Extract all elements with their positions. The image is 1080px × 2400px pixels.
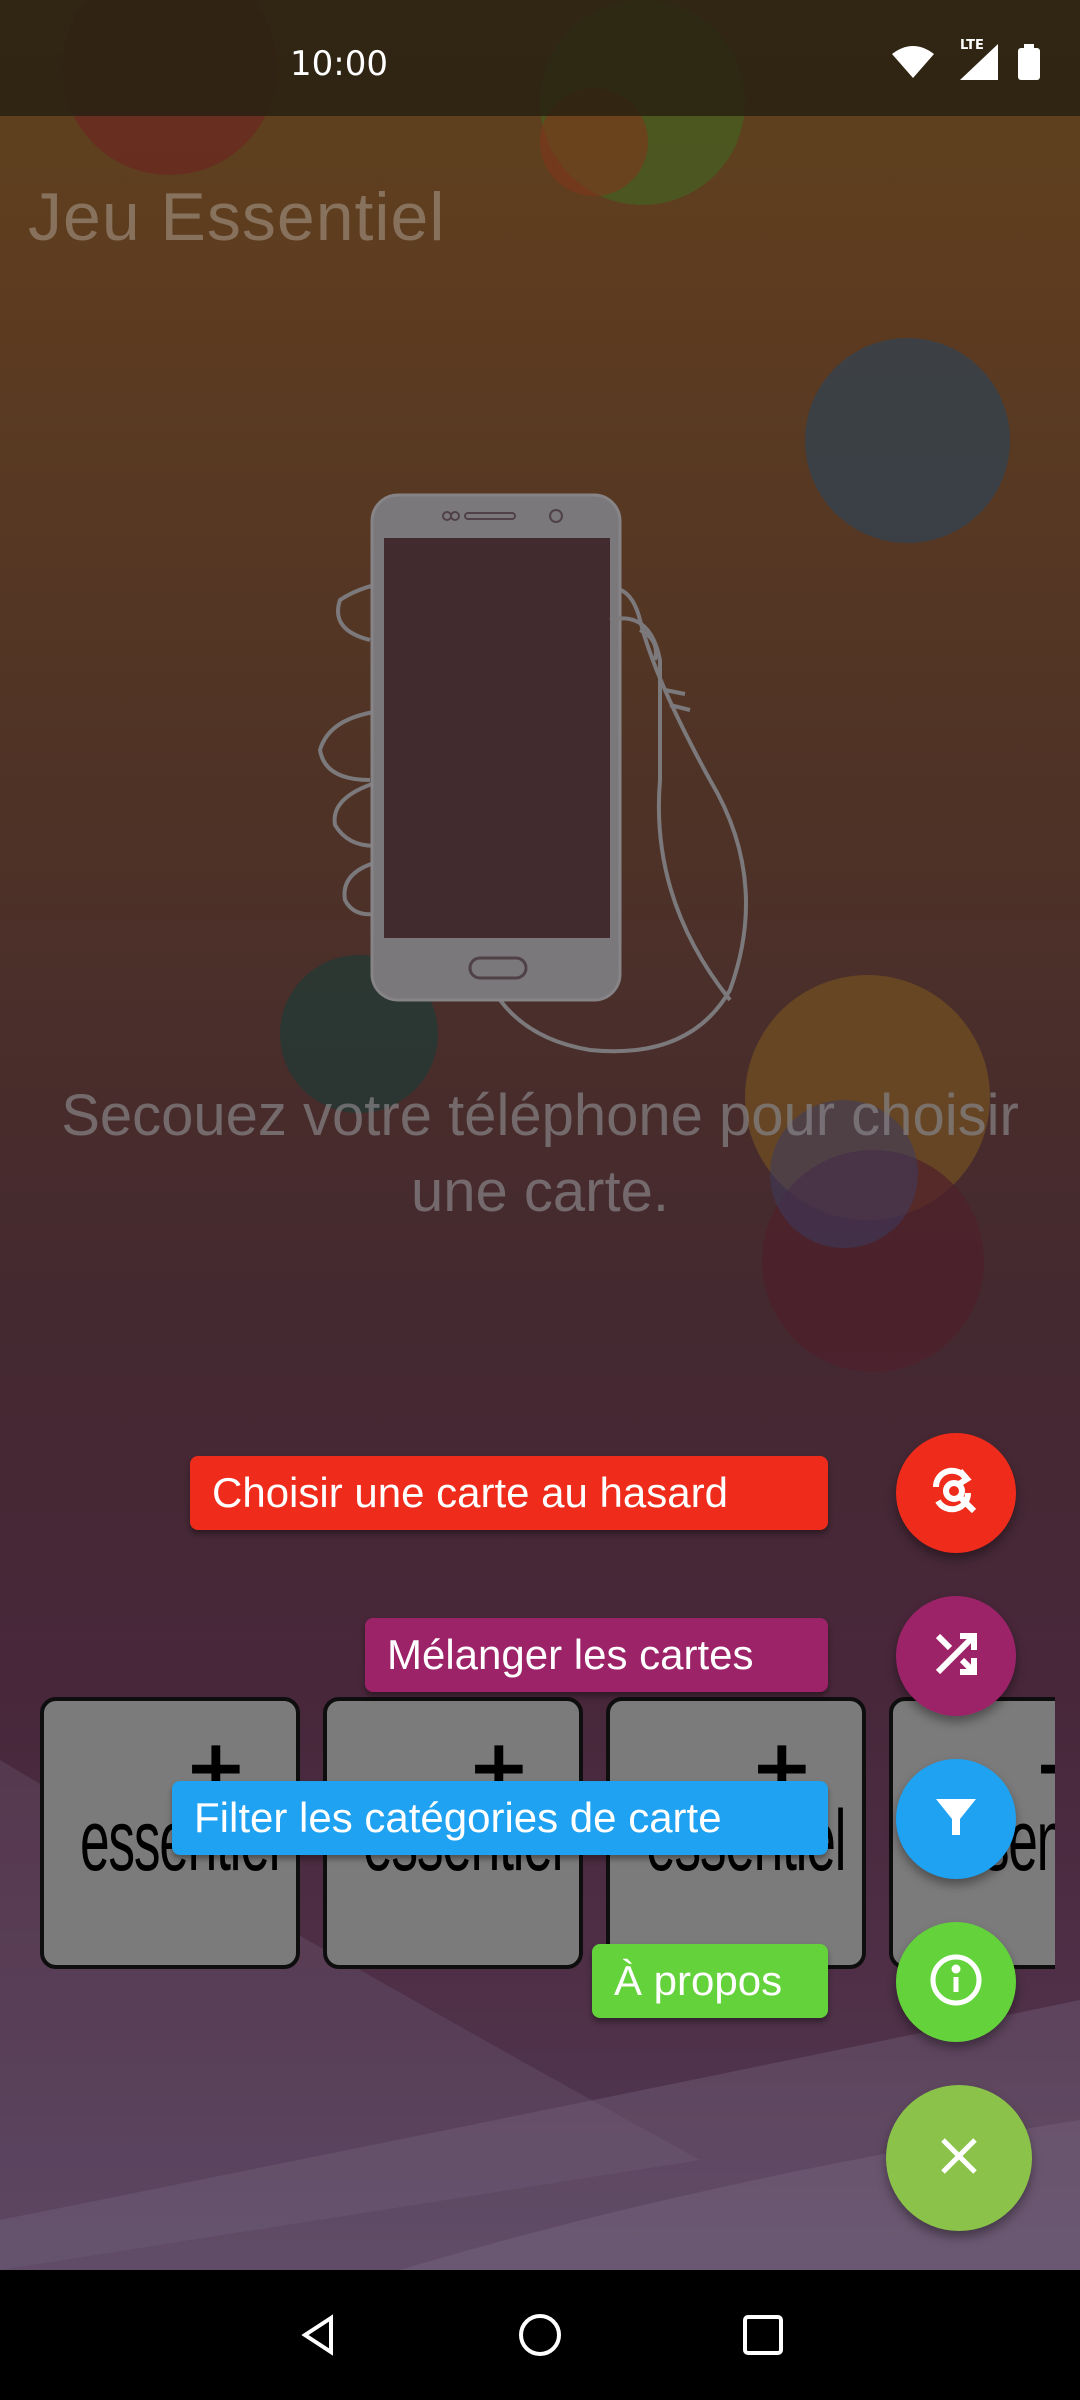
- home-icon[interactable]: [515, 2310, 565, 2360]
- close-icon: [939, 2136, 979, 2180]
- status-time: 10:00: [290, 44, 388, 84]
- random-card-label[interactable]: Choisir une carte au hasard: [190, 1456, 828, 1530]
- random-card-button[interactable]: [896, 1433, 1016, 1553]
- battery-icon: [1018, 44, 1040, 84]
- shuffle-cards-label[interactable]: Mélanger les cartes: [365, 1618, 828, 1692]
- filter-icon: [934, 1795, 978, 1843]
- about-label[interactable]: À propos: [592, 1944, 828, 2018]
- status-bar: 10:00 LTE: [0, 0, 1080, 116]
- system-navigation-bar: [0, 2270, 1080, 2400]
- about-button[interactable]: [896, 1922, 1016, 2042]
- shuffle-cards-button[interactable]: [896, 1596, 1016, 1716]
- filter-categories-button[interactable]: [896, 1759, 1016, 1879]
- network-type: LTE: [960, 38, 984, 53]
- recents-icon[interactable]: [738, 2310, 788, 2360]
- back-icon[interactable]: [295, 2310, 345, 2360]
- wifi-icon: [892, 46, 934, 82]
- search-refresh-icon: [930, 1465, 982, 1521]
- filter-categories-label[interactable]: Filter les catégories de carte: [172, 1781, 828, 1855]
- info-icon: [928, 1952, 984, 2012]
- scrim: [0, 0, 1080, 2270]
- shuffle-icon: [932, 1630, 980, 1682]
- close-menu-button[interactable]: [886, 2085, 1032, 2231]
- lte-signal-icon: LTE: [954, 38, 998, 84]
